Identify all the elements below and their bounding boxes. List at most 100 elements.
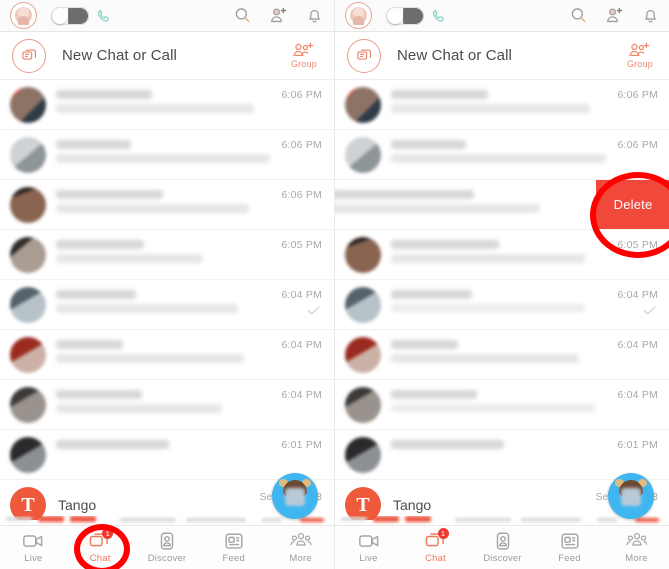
profile-avatar[interactable]	[345, 2, 372, 29]
search-icon[interactable]	[233, 6, 252, 25]
chat-row[interactable]: 6:06 PM	[0, 180, 334, 230]
new-chat-or-call-row[interactable]: New Chat or Call Group	[0, 32, 334, 80]
group-label: Group	[626, 59, 653, 69]
group-button[interactable]: Group	[282, 42, 326, 69]
chat-list-left[interactable]: 6:06 PM 6:06 PM 6:06 PM 6:05 PM 6:04 PM …	[0, 80, 334, 520]
chat-bubbles-icon: 1	[89, 528, 114, 551]
avatar	[10, 386, 46, 423]
tab-label: Feed	[222, 553, 246, 564]
floating-chat-head-avatar[interactable]	[608, 473, 654, 519]
chat-timestamp: 6:04 PM	[617, 289, 658, 301]
people-group-icon	[625, 531, 648, 551]
feed-icon	[223, 531, 245, 551]
live-toggle[interactable]	[386, 6, 424, 25]
chat-row[interactable]: 6:04 PM	[0, 330, 334, 380]
blurred-content-strip	[335, 516, 669, 525]
read-receipt-check-icon	[643, 306, 656, 315]
phone-panel-left: New Chat or Call Group 6:06 PM 6:06 PM 6…	[0, 0, 334, 569]
chat-timestamp: 6:01 PM	[617, 439, 658, 451]
chat-row[interactable]: 6:04 PM	[335, 280, 669, 330]
delete-button[interactable]: Delete	[596, 180, 669, 229]
new-chat-or-call-row[interactable]: New Chat or Call Group	[335, 32, 669, 80]
tab-chat[interactable]: 1 Chat	[67, 528, 134, 564]
tango-name: Tango	[393, 497, 432, 513]
tab-feed[interactable]: Feed	[200, 531, 267, 564]
bell-icon[interactable]	[641, 6, 660, 25]
tab-discover[interactable]: Discover	[469, 531, 536, 564]
profile-avatar[interactable]	[10, 2, 37, 29]
phone-icon[interactable]	[431, 8, 447, 24]
tab-more[interactable]: More	[603, 531, 669, 564]
screenshot-stage: New Chat or Call Group 6:06 PM 6:06 PM 6…	[0, 0, 669, 569]
avatar	[345, 286, 381, 323]
tango-name: Tango	[58, 497, 97, 513]
new-chat-icon	[12, 38, 46, 73]
avatar	[10, 286, 46, 323]
blurred-content-strip	[0, 516, 334, 525]
tab-chat[interactable]: 1 Chat	[402, 528, 469, 564]
tab-label: Chat	[425, 553, 446, 564]
tab-label: Live	[359, 553, 378, 564]
tab-more[interactable]: More	[267, 531, 334, 564]
chat-row-swiped[interactable]: Delete	[335, 180, 669, 230]
chat-timestamp: 6:04 PM	[281, 289, 322, 301]
chat-row[interactable]: 6:04 PM	[335, 380, 669, 430]
chat-list-right[interactable]: 6:06 PM 6:06 PM Delete 6:05 PM 6:04 PM 6…	[335, 80, 669, 520]
chat-row[interactable]: 6:04 PM	[0, 280, 334, 330]
new-chat-icon	[347, 38, 381, 73]
chat-row[interactable]: 6:06 PM	[335, 80, 669, 130]
bell-icon[interactable]	[305, 6, 324, 25]
group-add-icon	[629, 42, 650, 57]
tab-label: Live	[24, 553, 43, 564]
tab-live[interactable]: Live	[0, 531, 67, 564]
person-card-icon	[492, 531, 514, 551]
live-toggle[interactable]	[51, 6, 89, 25]
new-chat-label: New Chat or Call	[62, 47, 177, 64]
bottom-tab-bar-left[interactable]: Live 1 Chat Discover Feed More	[0, 525, 334, 569]
floating-chat-head-avatar[interactable]	[272, 473, 318, 519]
avatar	[10, 186, 46, 223]
group-button[interactable]: Group	[618, 42, 662, 69]
group-label: Group	[290, 59, 317, 69]
chat-timestamp: 6:04 PM	[617, 389, 658, 401]
search-icon[interactable]	[569, 6, 588, 25]
chat-row[interactable]: 6:06 PM	[335, 130, 669, 180]
people-group-icon	[289, 531, 312, 551]
bottom-tab-bar-right[interactable]: Live 1 Chat Discover Feed More	[335, 525, 669, 569]
chat-timestamp: 6:01 PM	[281, 439, 322, 451]
chat-row[interactable]: 6:05 PM	[0, 230, 334, 280]
chat-row[interactable]: 6:04 PM	[335, 330, 669, 380]
tab-label: More	[625, 553, 648, 564]
avatar	[345, 436, 381, 473]
group-add-icon	[293, 42, 314, 57]
read-receipt-check-icon	[307, 306, 320, 315]
tab-label: Discover	[147, 553, 187, 564]
avatar	[345, 336, 381, 373]
phone-panel-right: New Chat or Call Group 6:06 PM 6:06 PM D…	[334, 0, 669, 569]
chat-row[interactable]: 6:01 PM	[0, 430, 334, 480]
chat-timestamp: 6:05 PM	[617, 239, 658, 251]
chat-row[interactable]: 6:06 PM	[0, 80, 334, 130]
avatar	[345, 86, 381, 123]
feed-icon	[559, 531, 581, 551]
chat-row[interactable]: 6:04 PM	[0, 380, 334, 430]
phone-icon[interactable]	[96, 8, 112, 24]
chat-row[interactable]: 6:01 PM	[335, 430, 669, 480]
add-contact-icon[interactable]	[605, 6, 624, 25]
chat-row[interactable]: 6:05 PM	[335, 230, 669, 280]
tab-live[interactable]: Live	[335, 531, 402, 564]
chat-badge: 1	[437, 528, 449, 539]
chat-timestamp: 6:04 PM	[281, 389, 322, 401]
top-bar-right	[335, 0, 669, 32]
tab-discover[interactable]: Discover	[134, 531, 201, 564]
avatar	[10, 336, 46, 373]
chat-row[interactable]: 6:06 PM	[0, 130, 334, 180]
tab-feed[interactable]: Feed	[536, 531, 603, 564]
avatar	[345, 136, 381, 173]
avatar	[10, 436, 46, 473]
add-contact-icon[interactable]	[269, 6, 288, 25]
avatar	[10, 86, 46, 123]
tab-label: Chat	[89, 553, 111, 564]
chat-timestamp: 6:04 PM	[281, 339, 322, 351]
avatar	[345, 386, 381, 423]
